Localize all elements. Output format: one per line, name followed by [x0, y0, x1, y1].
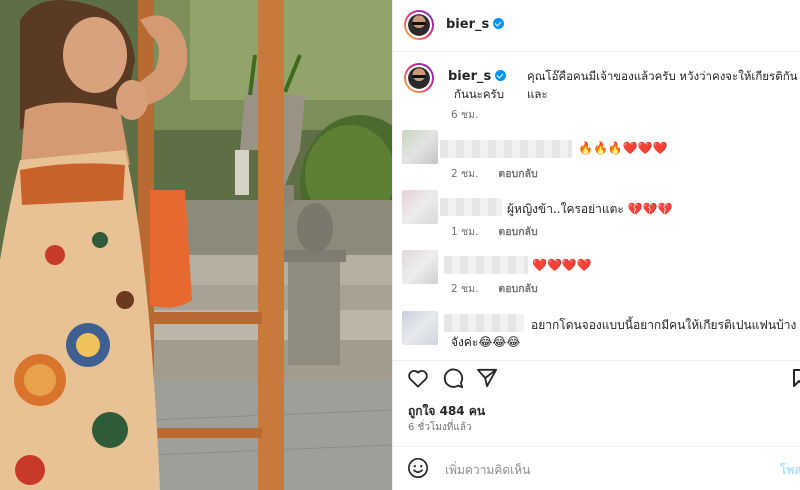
reply-button[interactable]: ตอบกลับ	[498, 283, 537, 295]
commenter-name-blurred[interactable]	[444, 256, 528, 274]
commenter-name-blurred[interactable]	[440, 198, 502, 216]
send-icon[interactable]	[476, 368, 498, 388]
caption-username-text[interactable]: bier_s	[448, 69, 491, 84]
heart-icon[interactable]	[407, 368, 429, 388]
comment-text-line1: อยากโดนจองแบบนี้อยากมีคนให้เกียรติเปนแฟน…	[531, 318, 797, 332]
author-username[interactable]: bier_s	[446, 17, 505, 32]
comment-text-line2: จังค่ะ😂😂😂	[451, 335, 521, 349]
emoji-icon[interactable]	[407, 457, 429, 479]
bookmark-icon[interactable]	[792, 368, 800, 388]
likes-count[interactable]: ถูกใจ 484 คน	[408, 402, 485, 421]
caption-text-line1: คุณโอ๊คือคนมีเจ้าของแล้วครับ หวังว่าคงจะ…	[527, 69, 798, 101]
post-photo[interactable]	[0, 0, 392, 490]
comment-input[interactable]: เพิ่มความคิดเห็น	[445, 461, 530, 480]
caption-username[interactable]: bier_s	[448, 69, 507, 84]
actions-divider	[393, 360, 800, 361]
post-time-ago[interactable]: 6 ชั่วโมงที่แล้ว	[408, 420, 472, 435]
composer-divider	[393, 446, 800, 447]
commenter-name-blurred[interactable]	[440, 140, 572, 158]
reply-button[interactable]: ตอบกลับ	[498, 168, 537, 180]
comment-time: 2 ชม.	[451, 168, 479, 180]
reply-button[interactable]: ตอบกลับ	[498, 226, 537, 238]
commenter-avatar[interactable]	[402, 250, 438, 284]
caption-time: 6 ชม.	[451, 109, 479, 121]
photo-illustration	[0, 0, 392, 490]
commenter-avatar[interactable]	[402, 190, 438, 224]
comment-text: ❤️❤️❤️❤️	[532, 258, 592, 272]
comment-meta: 2 ชม. ตอบกลับ	[451, 280, 538, 297]
comment-meta: 1 ชม. ตอบกลับ	[451, 223, 538, 240]
caption-avatar[interactable]	[404, 63, 434, 93]
verified-badge-icon	[495, 70, 507, 81]
author-avatar[interactable]	[404, 10, 434, 40]
author-username-text[interactable]: bier_s	[446, 17, 489, 32]
commenter-avatar[interactable]	[402, 130, 438, 164]
verified-badge-icon	[493, 18, 505, 29]
comment-time: 1 ชม.	[451, 226, 479, 238]
comment-text: 🔥🔥🔥❤️❤️❤️	[578, 141, 668, 155]
comment-text: ผู้หญิงข้า..ใครอย่าแตะ 💔💔💔	[507, 202, 673, 216]
caption-text-line2: กันนะครับ	[454, 87, 505, 101]
comment-time: 2 ชม.	[451, 283, 479, 295]
commenter-name-blurred[interactable]	[444, 314, 524, 332]
comment-icon[interactable]	[442, 367, 464, 389]
comment-meta: 2 ชม. ตอบกลับ	[451, 165, 538, 182]
post-comment-button[interactable]: โพสต์	[780, 461, 800, 480]
commenter-avatar[interactable]	[402, 311, 438, 345]
